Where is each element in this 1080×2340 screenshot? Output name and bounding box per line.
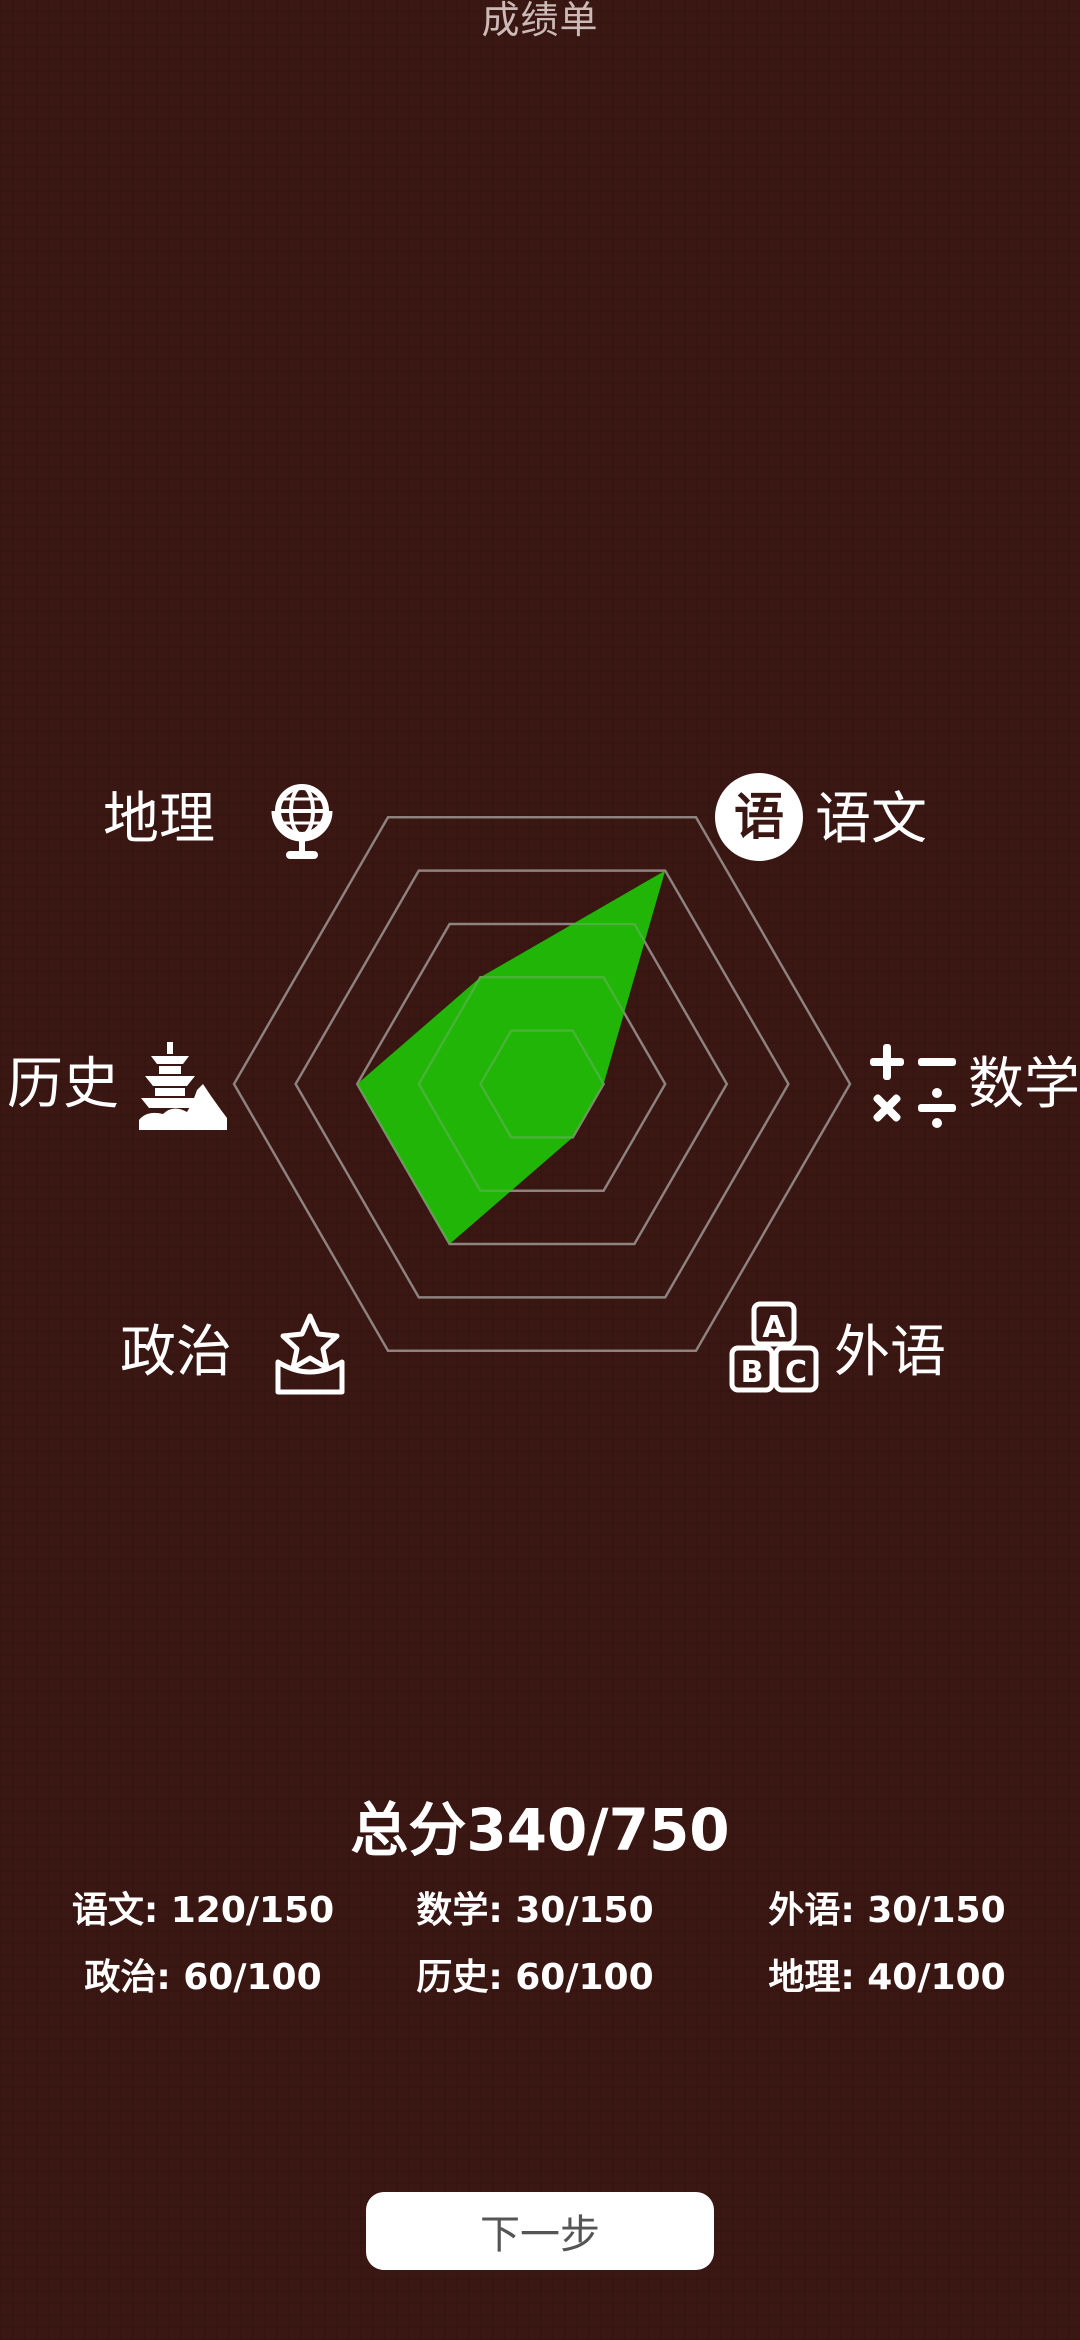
axis-label-history: 历史 <box>7 1052 119 1117</box>
axis-label-politics: 政治 <box>120 1320 232 1385</box>
total-score: 总分340/750 <box>350 1796 730 1864</box>
svg-text:语: 语 <box>734 788 784 846</box>
score-politics: 政治: 60/100 <box>84 1957 322 1998</box>
svg-text:B: B <box>741 1355 764 1390</box>
abc-blocks-icon: A B C <box>729 1301 819 1393</box>
axis-label-geography: 地理 <box>103 787 215 852</box>
score-area <box>357 870 666 1245</box>
math-operators-icon <box>870 1044 956 1128</box>
axis-label-chinese: 语文 <box>815 787 927 852</box>
axis-label-math: 数学 <box>968 1052 1080 1117</box>
svg-text:A: A <box>762 1310 786 1345</box>
score-geography: 地理: 40/100 <box>768 1957 1006 1998</box>
score-row-1: 语文: 120/150 数学: 30/150 外语: 30/150 <box>0 1886 1080 1936</box>
next-step-button[interactable]: 下一步 <box>366 2192 714 2270</box>
yu-character-icon: 语 <box>715 773 803 861</box>
globe-icon <box>271 784 333 859</box>
pagoda-icon <box>139 1042 227 1130</box>
score-history: 历史: 60/100 <box>416 1957 654 1998</box>
score-row-2: 政治: 60/100 历史: 60/100 地理: 40/100 <box>0 1953 1080 2003</box>
star-badge-icon <box>275 1313 345 1395</box>
score-english: 外语: 30/150 <box>768 1890 1006 1931</box>
axis-label-english: 外语 <box>834 1320 946 1385</box>
score-math: 数学: 30/150 <box>416 1890 654 1931</box>
radar-chart <box>232 816 852 1352</box>
svg-text:C: C <box>785 1355 807 1390</box>
radar-area <box>232 816 852 1352</box>
score-chinese: 语文: 120/150 <box>71 1890 335 1931</box>
